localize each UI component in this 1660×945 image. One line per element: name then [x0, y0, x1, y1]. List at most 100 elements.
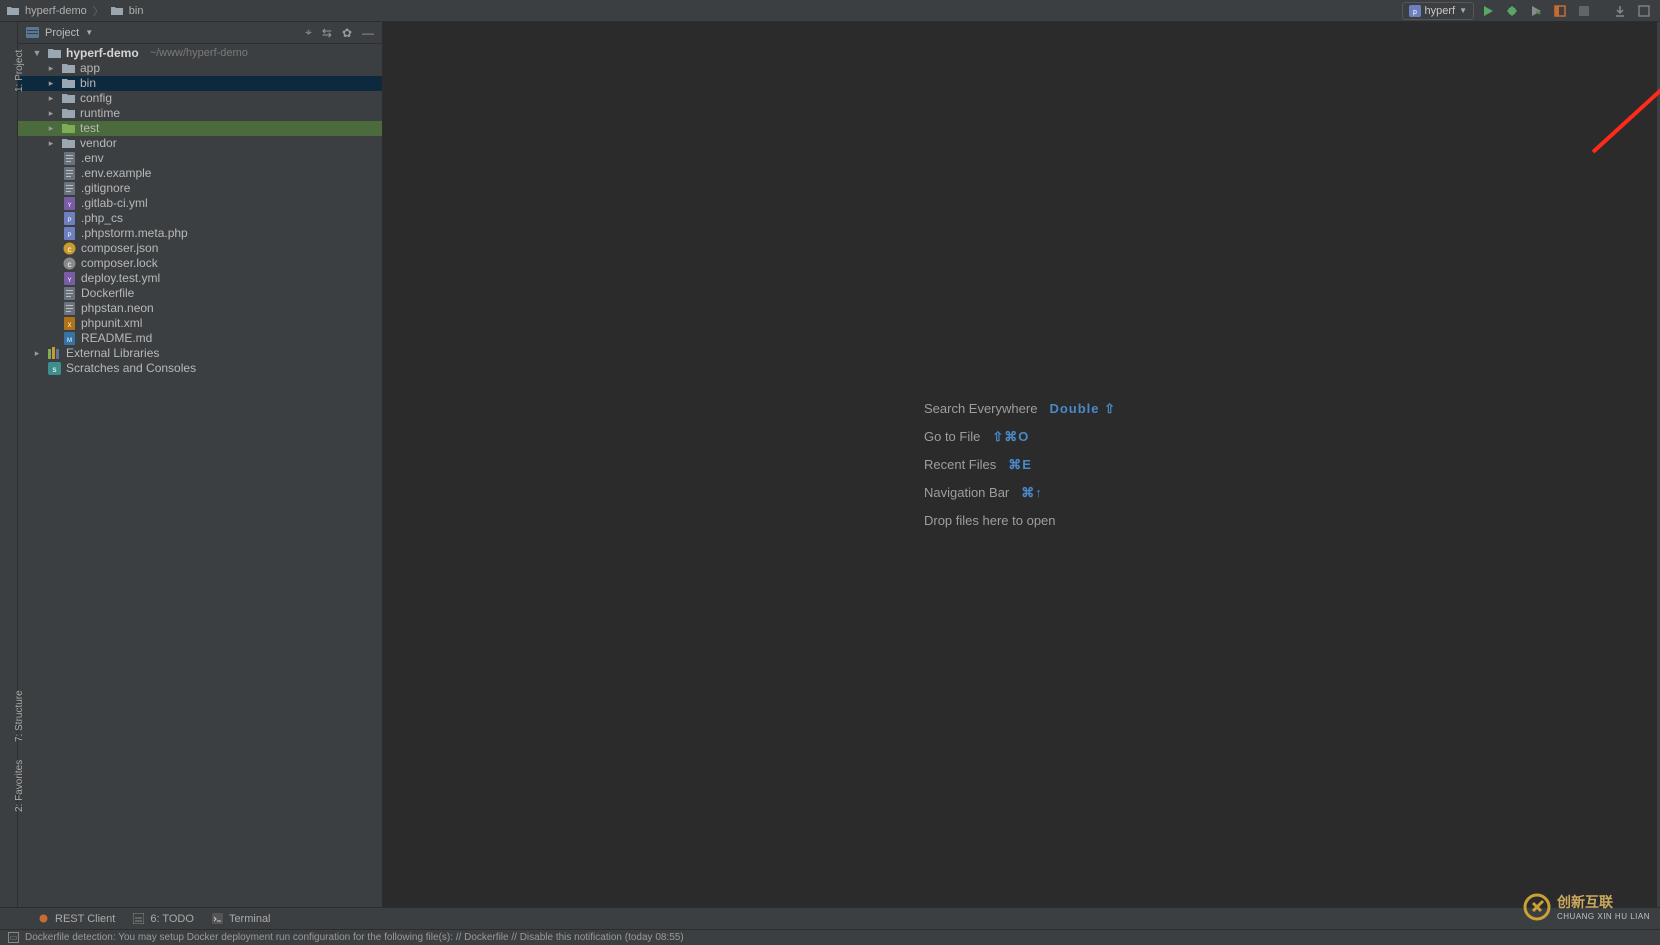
svg-text:c: c: [67, 260, 71, 269]
tree-file[interactable]: P.php_cs: [18, 211, 382, 226]
rest-client-icon: [38, 913, 49, 924]
tree-folder-runtime[interactable]: ▸runtime: [18, 106, 382, 121]
locate-icon[interactable]: ⌖: [305, 25, 312, 40]
tree-file[interactable]: P.phpstorm.meta.php: [18, 226, 382, 241]
shortcut-label: Search Everywhere: [924, 401, 1037, 416]
chevron-down-icon: ▼: [1459, 6, 1467, 15]
tree-scratch[interactable]: s Scratches and Consoles: [18, 361, 382, 376]
gear-icon[interactable]: ✿: [342, 26, 352, 40]
run-button[interactable]: [1478, 1, 1498, 21]
svg-text:M: M: [67, 338, 72, 344]
status-message[interactable]: Dockerfile detection: You may setup Dock…: [25, 932, 684, 943]
shortcut-keys: ⌘↑: [1021, 485, 1043, 501]
tree-folder-test[interactable]: ▸ test: [18, 121, 382, 136]
tree-item-label: deploy.test.yml: [81, 271, 160, 286]
tree-item-label: Dockerfile: [81, 286, 134, 301]
svg-text:s: s: [52, 365, 56, 374]
tree-file[interactable]: .env: [18, 151, 382, 166]
bottom-tab-todo[interactable]: 6: TODO: [133, 913, 194, 925]
tree-file[interactable]: Dockerfile: [18, 286, 382, 301]
tree-folder-app[interactable]: ▸app: [18, 61, 382, 76]
tree-folder-vendor[interactable]: ▸vendor: [18, 136, 382, 151]
php-config-icon: p: [1409, 5, 1421, 17]
tree-item-label: Scratches and Consoles: [66, 361, 196, 376]
tree-root-path: ~/www/hyperf-demo: [150, 46, 248, 61]
shortcut-row: Search EverywhereDouble ⇧: [924, 395, 1116, 423]
tree-file[interactable]: phpstan.neon: [18, 301, 382, 316]
file-icon: [62, 182, 76, 196]
tree-item-label: README.md: [81, 331, 152, 346]
folder-icon: [61, 137, 75, 151]
tree-file[interactable]: .gitignore: [18, 181, 382, 196]
tree-root[interactable]: ▼ hyperf-demo ~/www/hyperf-demo: [18, 46, 382, 61]
chevron-down-icon: ▼: [32, 46, 42, 61]
tree-item-label: runtime: [80, 106, 120, 121]
left-tool-gutter: 1: Project 7: Structure 2: Favorites: [0, 22, 18, 907]
gutter-tab-favorites[interactable]: 2: Favorites: [14, 760, 25, 812]
debug-button[interactable]: [1502, 1, 1522, 21]
file-icon: M: [62, 332, 76, 346]
annotation-red-arrow: [1583, 32, 1660, 162]
shortcut-label: Go to File: [924, 429, 980, 444]
folder-icon: [61, 92, 75, 106]
scratches-icon: s: [47, 362, 61, 376]
gutter-tab-project[interactable]: 1: Project: [14, 50, 25, 92]
tree-item-label: test: [80, 121, 99, 136]
shortcut-label: Drop files here to open: [924, 513, 1056, 528]
event-log-icon[interactable]: ▭: [8, 932, 19, 943]
file-icon: P: [62, 227, 76, 241]
tree-item-label: .gitignore: [81, 181, 130, 196]
hide-icon[interactable]: —: [362, 26, 374, 40]
gutter-tab-structure[interactable]: 7: Structure: [14, 690, 25, 742]
tree-file[interactable]: Y.gitlab-ci.yml: [18, 196, 382, 211]
coverage-button[interactable]: [1526, 1, 1546, 21]
breadcrumb-root[interactable]: hyperf-demo: [6, 4, 87, 18]
project-tool-window: Project ▼ ⌖ ⇆ ✿ — ▼ hyperf-demo ~/www/hy…: [18, 22, 383, 907]
project-tree[interactable]: ▼ hyperf-demo ~/www/hyperf-demo ▸app▸bin…: [18, 44, 382, 384]
file-icon: c: [62, 257, 76, 271]
tree-file[interactable]: ccomposer.json: [18, 241, 382, 256]
todo-icon: [133, 913, 144, 924]
bottom-tab-terminal[interactable]: Terminal: [212, 913, 271, 925]
tree-folder-config[interactable]: ▸ config: [18, 91, 382, 106]
chevron-right-icon: ▸: [46, 91, 56, 106]
search-everywhere-button[interactable]: [1634, 1, 1654, 21]
chevron-right-icon: ▸: [46, 136, 56, 151]
chevron-right-icon: ▸: [32, 346, 42, 361]
library-icon: [47, 347, 61, 361]
tree-file[interactable]: M README.md: [18, 331, 382, 346]
tree-file[interactable]: .env.example: [18, 166, 382, 181]
svg-text:P: P: [67, 218, 71, 224]
bottom-tab-rest-client[interactable]: REST Client: [38, 913, 115, 925]
stop-button[interactable]: [1574, 1, 1594, 21]
svg-text:p: p: [1413, 9, 1417, 16]
chevron-right-icon: ▸: [46, 61, 56, 76]
tree-item-label: .env.example: [81, 166, 151, 181]
tree-lib[interactable]: ▸ External Libraries: [18, 346, 382, 361]
tree-item-label: phpunit.xml: [81, 316, 142, 331]
tree-item-label: External Libraries: [66, 346, 159, 361]
run-config-selector[interactable]: p hyperf ▼: [1402, 2, 1475, 20]
tree-file[interactable]: Xphpunit.xml: [18, 316, 382, 331]
project-panel-title[interactable]: Project: [45, 27, 79, 39]
breadcrumb-item-label: bin: [129, 5, 144, 17]
tree-item-label: .env: [81, 151, 104, 166]
tree-folder-bin[interactable]: ▸bin: [18, 76, 382, 91]
folder-icon: [61, 62, 75, 76]
tree-item-label: config: [80, 91, 112, 106]
folder-icon: [61, 77, 75, 91]
tree-file[interactable]: ccomposer.lock: [18, 256, 382, 271]
git-update-button[interactable]: [1610, 1, 1630, 21]
breadcrumb-item[interactable]: bin: [110, 4, 144, 18]
editor-empty-state[interactable]: Search EverywhereDouble ⇧Go to File⇧⌘ORe…: [383, 22, 1657, 907]
shortcut-keys: ⌘E: [1008, 457, 1032, 473]
chevron-right-icon: ▸: [46, 121, 56, 136]
profile-button[interactable]: [1550, 1, 1570, 21]
expand-all-icon[interactable]: ⇆: [322, 26, 332, 40]
tree-item-label: composer.json: [81, 241, 158, 256]
folder-test-icon: [61, 122, 75, 136]
tree-file[interactable]: Ydeploy.test.yml: [18, 271, 382, 286]
file-icon: [62, 167, 76, 181]
project-view-icon: [26, 27, 39, 38]
svg-text:P: P: [67, 233, 71, 239]
